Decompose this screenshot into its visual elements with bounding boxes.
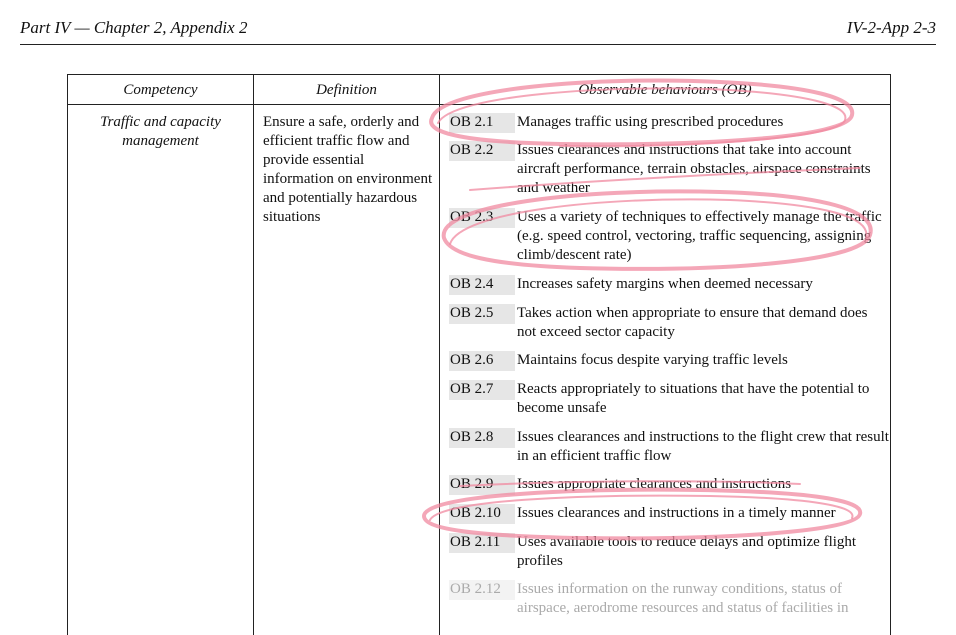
behaviour-code: OB 2.3 — [449, 208, 515, 228]
behaviour-text: Reacts appropriately to situations that … — [517, 381, 870, 416]
behaviour-code: OB 2.11 — [449, 533, 515, 553]
behaviour-text: Manages traffic using prescribed procedu… — [517, 114, 784, 130]
definition-cell: Ensure a safe, orderly and efficient tra… — [263, 114, 433, 225]
column-header-competency: Competency — [123, 82, 198, 98]
behaviour-code: OB 2.9 — [449, 475, 515, 495]
competency-cell: Traffic and capacity management — [100, 114, 221, 149]
behaviour-code: OB 2.10 — [449, 504, 515, 524]
behaviour-code: OB 2.6 — [449, 351, 515, 371]
column-divider — [439, 75, 440, 635]
behaviour-text: Issues appropriate clearances and instru… — [517, 476, 792, 492]
header-divider — [68, 104, 890, 105]
behaviour-text: Uses a variety of techniques to effectiv… — [517, 209, 882, 263]
column-header-behaviours: Observable behaviours (OB) — [578, 82, 752, 98]
behaviour-text: Issues clearances and instructions that … — [517, 142, 871, 196]
behaviour-code: OB 2.12 — [449, 580, 515, 600]
behaviour-text: Maintains focus despite varying traffic … — [517, 352, 788, 368]
header-chapter: Part IV — Chapter 2, Appendix 2 — [20, 18, 248, 37]
behaviour-text: Issues clearances and instructions in a … — [517, 505, 836, 521]
behaviour-text: Issues clearances and instructions to th… — [517, 429, 889, 464]
behaviour-code: OB 2.4 — [449, 275, 515, 295]
behaviour-text: Increases safety margins when deemed nec… — [517, 276, 813, 292]
behaviour-code: OB 2.1 — [449, 113, 515, 133]
behaviour-text: Takes action when appropriate to ensure … — [517, 305, 868, 340]
behaviour-code: OB 2.7 — [449, 380, 515, 400]
header-page-number: IV-2-App 2-3 — [846, 18, 936, 37]
behaviour-text: Issues information on the runway conditi… — [517, 581, 849, 616]
behaviour-text: Uses available tools to reduce delays an… — [517, 534, 857, 569]
page-header: Part IV — Chapter 2, Appendix 2 IV-2-App… — [20, 18, 936, 45]
behaviour-code: OB 2.2 — [449, 141, 515, 161]
behaviour-code: OB 2.8 — [449, 428, 515, 448]
column-header-definition: Definition — [316, 82, 377, 98]
behaviour-code: OB 2.5 — [449, 304, 515, 324]
competency-table: Competency Definition Observable behavio… — [67, 74, 891, 635]
column-divider — [253, 75, 254, 635]
